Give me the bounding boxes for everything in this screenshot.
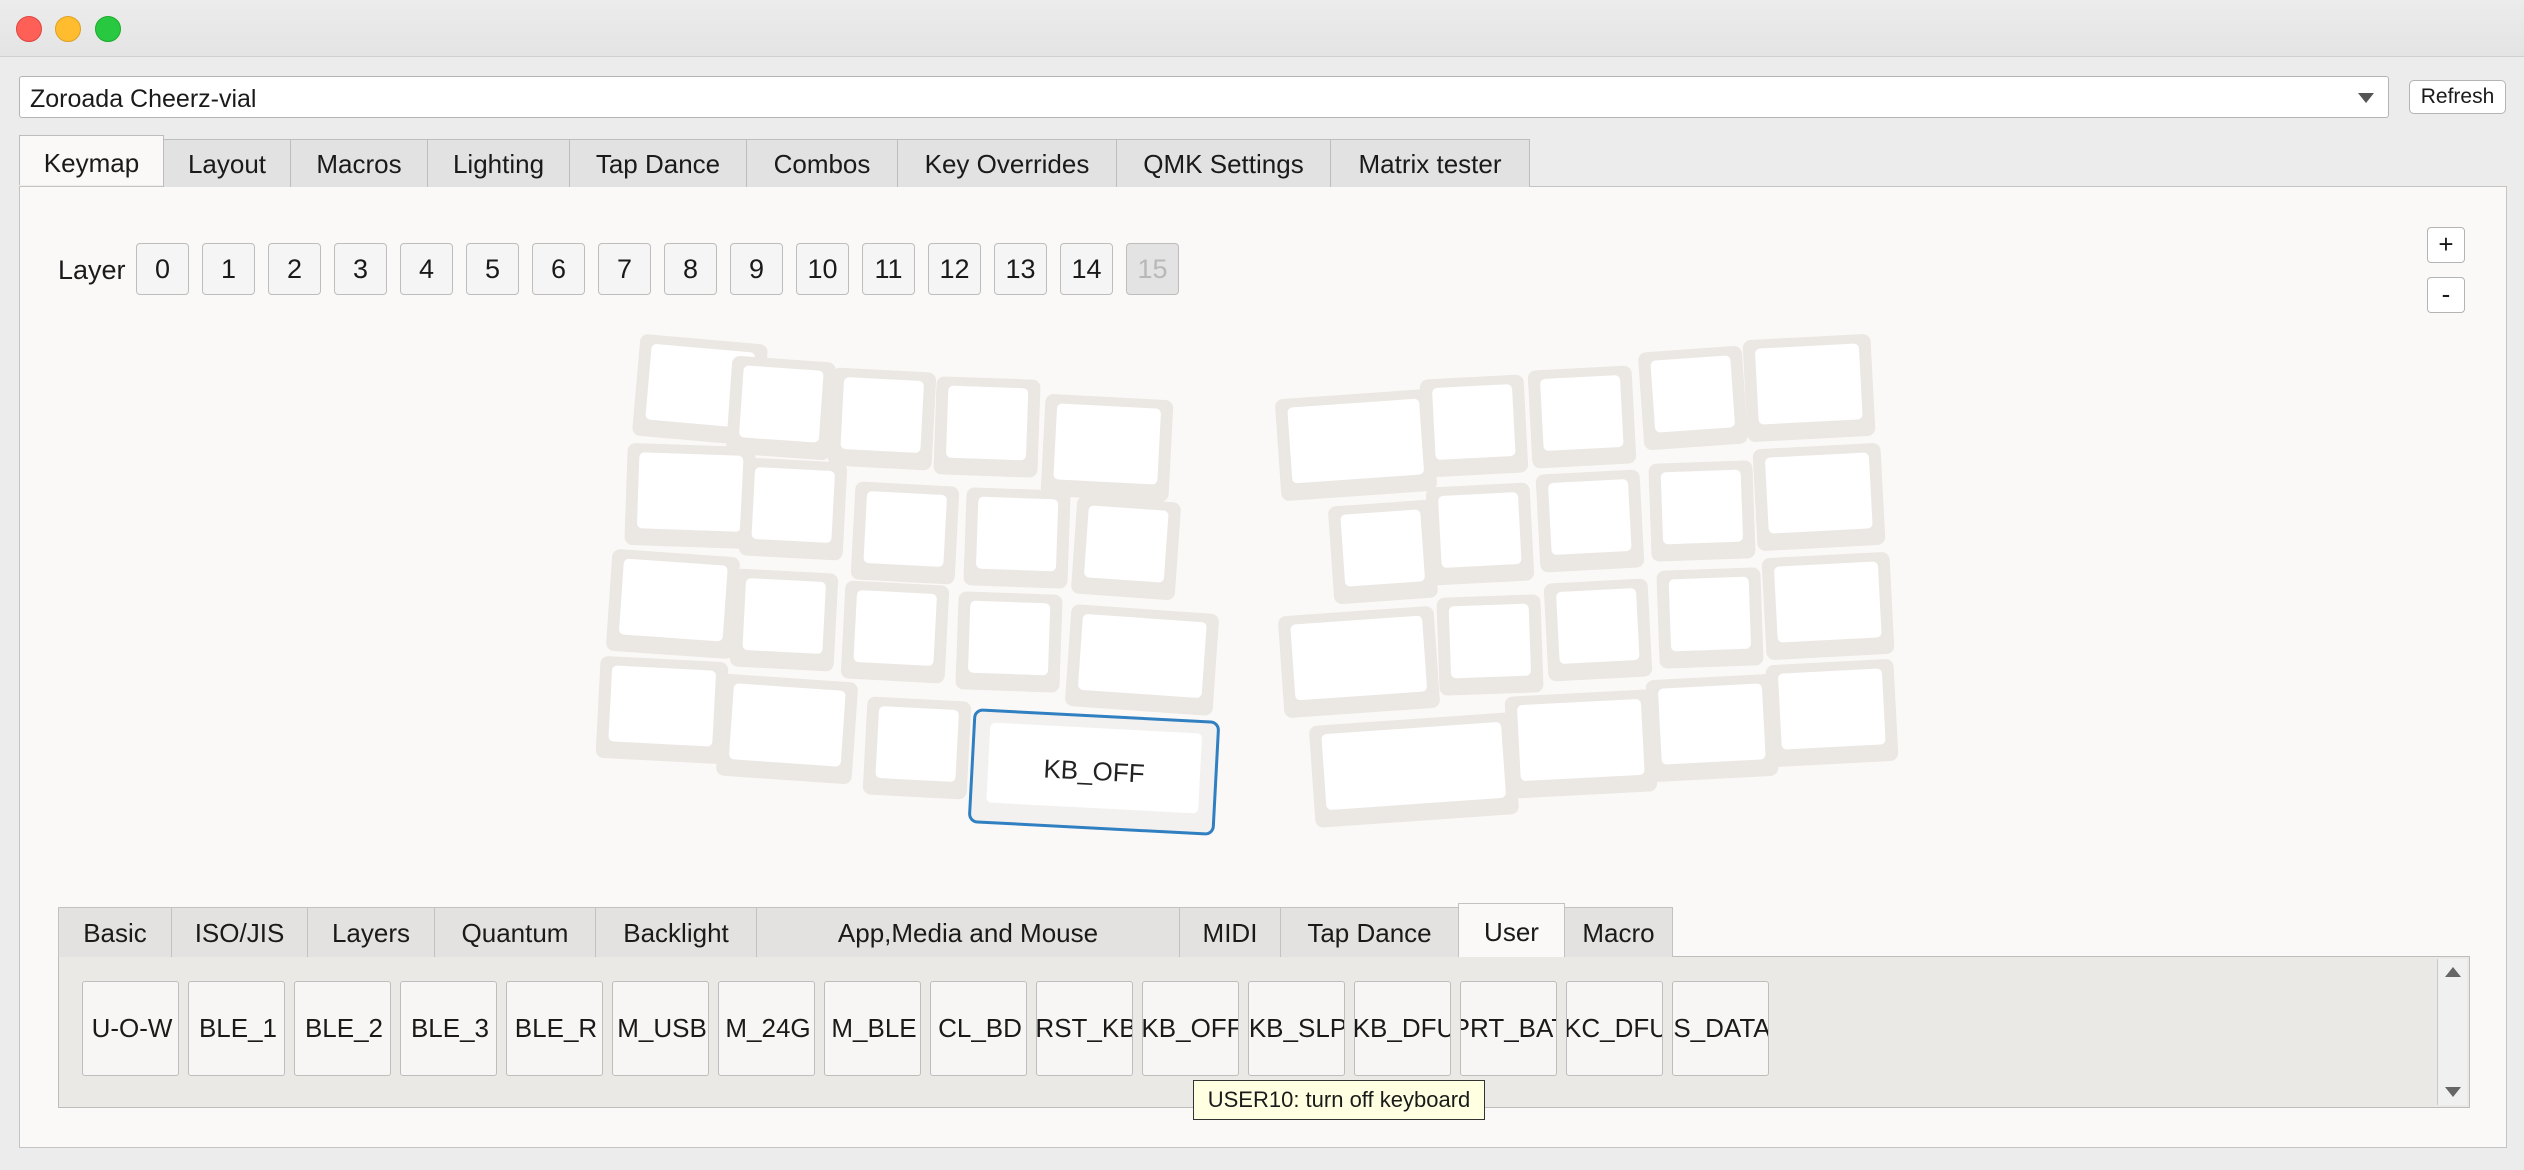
scroll-down-icon[interactable] [2445, 1087, 2461, 1097]
keycap[interactable] [1638, 345, 1749, 450]
keycode-button-ble-3[interactable]: BLE_3 [400, 981, 497, 1076]
keycap[interactable] [827, 367, 937, 471]
keycap[interactable] [862, 696, 972, 800]
keycode-button-cl-bd[interactable]: CL_BD [930, 981, 1027, 1076]
keycap[interactable] [1040, 394, 1174, 503]
keycap[interactable] [1071, 495, 1182, 600]
keycode-label: BLE_1 [198, 1013, 278, 1043]
keycap[interactable] [1765, 659, 1899, 768]
keycap[interactable] [1425, 482, 1535, 586]
keycode-button-kc-dfu[interactable]: KC_DFU [1566, 981, 1663, 1076]
keycap[interactable] [1535, 469, 1645, 573]
keycode-label: S_DATA [1673, 1013, 1769, 1043]
keycode-scrollbar[interactable] [2437, 959, 2467, 1105]
keycode-tab-tap-dance[interactable]: Tap Dance [1280, 907, 1459, 957]
keycode-tab-iso-jis[interactable]: ISO/JIS [171, 907, 308, 957]
keycode-label: BLE_R [514, 1013, 598, 1043]
keycap[interactable] [726, 355, 837, 460]
keycap[interactable] [1309, 712, 1520, 828]
keycode-label: PRT_BAT [1461, 1013, 1556, 1043]
tab-keymap[interactable]: Keymap [19, 135, 164, 185]
keycode-label: CL_BD [938, 1013, 1022, 1043]
keycode-button-ble-r[interactable]: BLE_R [506, 981, 603, 1076]
keycap[interactable] [1527, 365, 1637, 469]
keycode-tab-app-media-and-mouse[interactable]: App,Media and Mouse [756, 907, 1180, 957]
keycode-button-prt-bat[interactable]: PRT_BAT [1460, 981, 1557, 1076]
keycode-label: U-O-W [91, 1013, 173, 1043]
keycap[interactable] [1761, 552, 1895, 661]
keycode-tab-macro[interactable]: Macro [1564, 907, 1673, 957]
keycode-button-s-data[interactable]: S_DATA [1672, 981, 1769, 1076]
keycap[interactable] [1752, 443, 1886, 552]
keycode-button-kb-slp[interactable]: KB_SLP [1248, 981, 1345, 1076]
keycode-button-m-usb[interactable]: M_USB [612, 981, 709, 1076]
keycode-label: BLE_3 [410, 1013, 490, 1043]
keycode-button-kb-off[interactable]: KB_OFF [1142, 981, 1239, 1076]
key-tooltip: USER10: turn off keyboard [1193, 1080, 1485, 1120]
keycode-button-u-o-w[interactable]: U-O-W [82, 981, 179, 1076]
keycode-button-ble-2[interactable]: BLE_2 [294, 981, 391, 1076]
keycode-tab-user[interactable]: User [1458, 903, 1565, 957]
keycap[interactable] [1436, 594, 1544, 696]
keycode-label: M_24G [725, 1013, 811, 1043]
keycap[interactable] [955, 591, 1063, 693]
keycode-label: M_BLE [831, 1013, 917, 1043]
keycap[interactable] [738, 457, 848, 561]
keycap[interactable] [1278, 606, 1441, 719]
keycode-label: BLE_2 [304, 1013, 384, 1043]
keycap[interactable] [1419, 374, 1529, 478]
keycode-label: KB_DFU [1354, 1013, 1451, 1043]
keycode-label: M_USB [617, 1013, 707, 1043]
keycap[interactable] [729, 568, 839, 672]
keycode-tab-layers[interactable]: Layers [307, 907, 435, 957]
keycap[interactable] [1275, 389, 1438, 502]
scroll-up-icon[interactable] [2445, 967, 2461, 977]
keycap[interactable] [1328, 499, 1439, 604]
keycode-button-rst-kb[interactable]: RST_KB [1036, 981, 1133, 1076]
keycap[interactable] [1504, 689, 1658, 799]
keycode-label: KC_DFU [1566, 1013, 1663, 1043]
keycode-tab-quantum[interactable]: Quantum [434, 907, 596, 957]
keycap[interactable] [840, 580, 950, 684]
keycode-button-kb-dfu[interactable]: KB_DFU [1354, 981, 1451, 1076]
keycap[interactable] [1656, 567, 1764, 669]
selected-keycap-label: KB_OFF [1043, 753, 1146, 788]
keycode-tab-backlight[interactable]: Backlight [595, 907, 757, 957]
keycap[interactable] [1645, 674, 1779, 783]
selected-keycap[interactable]: KB_OFF [968, 708, 1220, 836]
keycap[interactable] [1543, 578, 1653, 682]
keycap[interactable] [606, 549, 741, 660]
keycode-tab-midi[interactable]: MIDI [1179, 907, 1281, 957]
keycode-tab-basic[interactable]: Basic [58, 907, 172, 957]
keycode-button-m-24g[interactable]: M_24G [718, 981, 815, 1076]
keycap[interactable] [595, 656, 729, 765]
keycap[interactable] [933, 376, 1041, 478]
keycode-label: RST_KB [1036, 1013, 1133, 1043]
keycap[interactable] [1742, 334, 1876, 443]
keycap[interactable] [850, 481, 960, 585]
keycap[interactable] [1648, 460, 1756, 562]
keycode-button-ble-1[interactable]: BLE_1 [188, 981, 285, 1076]
keycap[interactable] [963, 487, 1071, 589]
keycap[interactable] [1065, 604, 1220, 716]
keycode-label: KB_SLP [1248, 1013, 1345, 1043]
keycode-button-m-ble[interactable]: M_BLE [824, 981, 921, 1076]
keycap[interactable] [716, 673, 859, 785]
keycap[interactable] [624, 443, 756, 549]
keycode-label: KB_OFF [1142, 1013, 1239, 1043]
